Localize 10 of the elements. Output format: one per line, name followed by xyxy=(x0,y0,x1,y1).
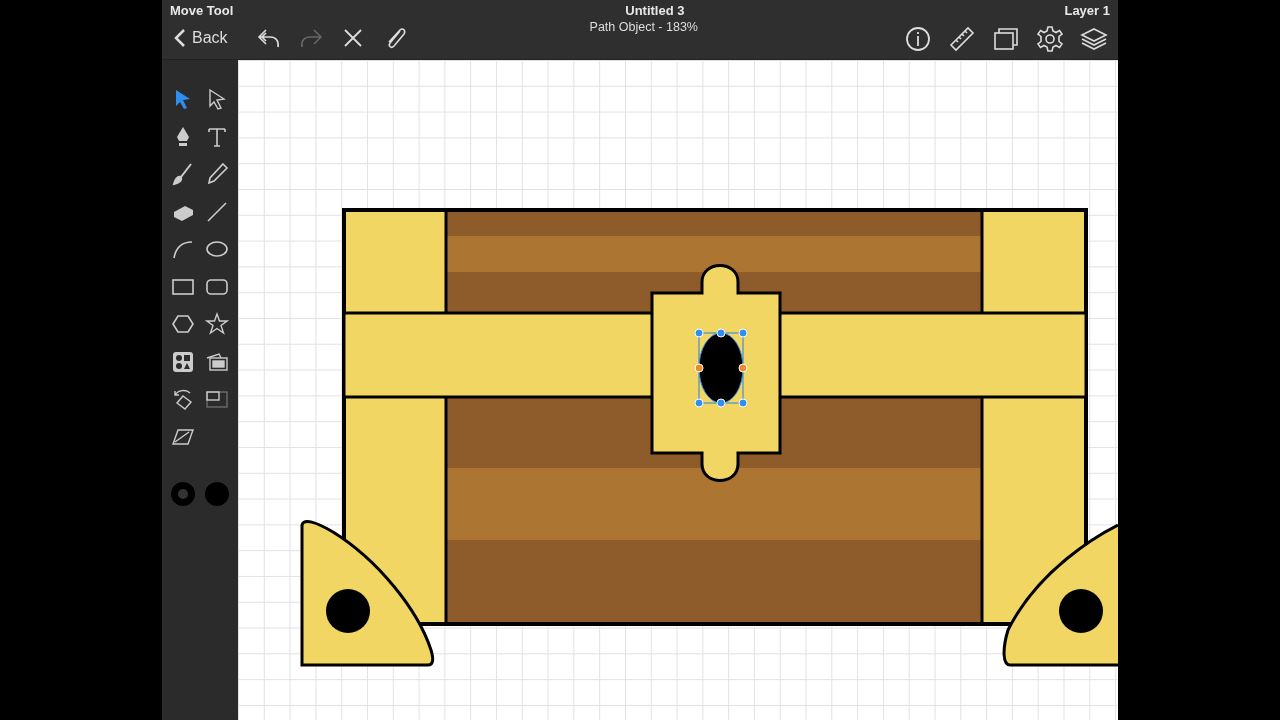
layer-name: Layer 1 xyxy=(1064,2,1110,18)
stroke-color-swatch[interactable] xyxy=(171,481,195,506)
selected-keyhole[interactable] xyxy=(694,328,748,408)
document-subtitle: Path Object - 183% xyxy=(589,20,698,34)
fill-color-swatch[interactable] xyxy=(205,481,229,506)
chevron-left-icon xyxy=(174,28,186,48)
settings-icon[interactable] xyxy=(1034,23,1066,55)
tool-name: Move Tool xyxy=(170,2,234,18)
back-button[interactable]: Back xyxy=(170,24,232,52)
document-title: Untitled 3 xyxy=(625,2,685,18)
